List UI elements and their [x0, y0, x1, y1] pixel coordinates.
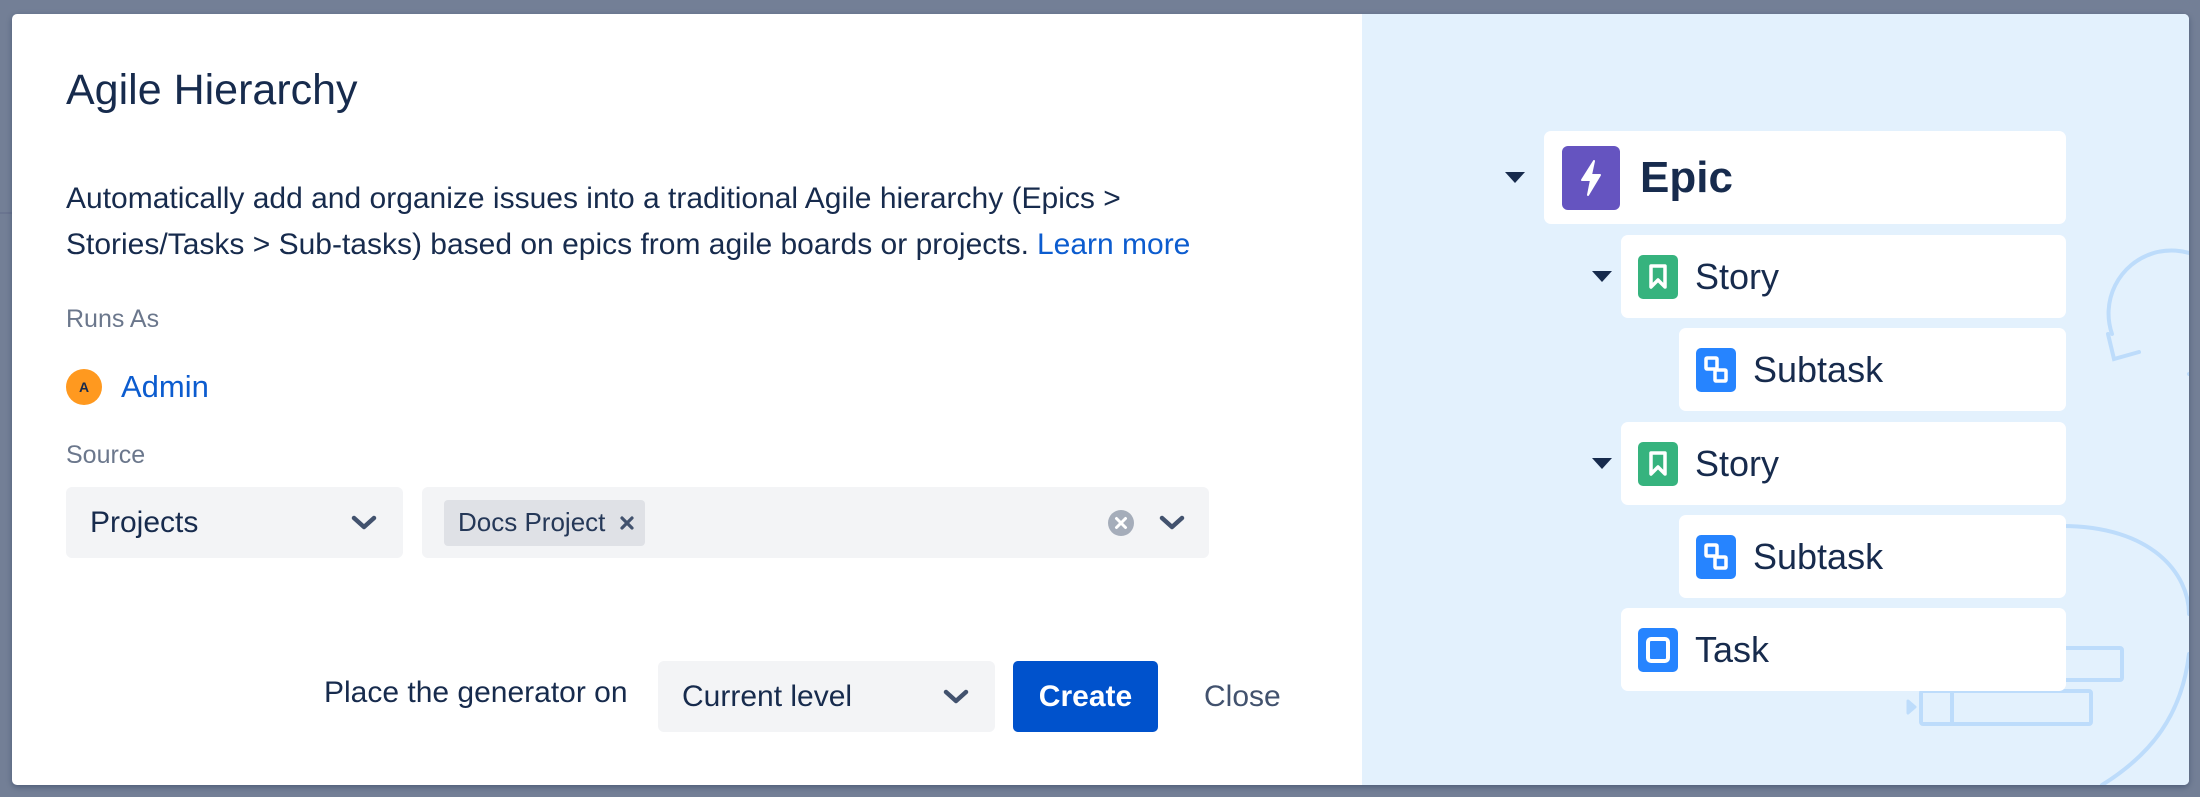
- chevron-down-icon[interactable]: [1159, 515, 1185, 531]
- chevron-down-icon: [351, 515, 377, 530]
- item-label: Story: [1695, 255, 1780, 297]
- epic-lightning-icon: [1562, 145, 1620, 210]
- chevron-down-icon: [943, 689, 969, 704]
- item-label: Subtask: [1753, 535, 1884, 577]
- background-divider: [0, 212, 12, 214]
- hierarchy-item-story: Story: [1621, 422, 2066, 505]
- clear-selection-icon[interactable]: [1107, 509, 1135, 537]
- source-projects-multiselect[interactable]: Docs Project: [422, 487, 1209, 558]
- user-name-link[interactable]: Admin: [121, 369, 209, 405]
- hierarchy-item-story: Story: [1621, 235, 2066, 318]
- learn-more-link[interactable]: Learn more: [1037, 228, 1190, 261]
- subtask-icon: [1696, 347, 1736, 392]
- source-type-select[interactable]: Projects: [66, 487, 403, 558]
- hierarchy-item-epic: Epic: [1544, 131, 2066, 224]
- story-bookmark-icon: [1638, 441, 1678, 486]
- generator-level-value: Current level: [682, 679, 853, 713]
- description-text: Automatically add and organize issues in…: [66, 182, 1121, 261]
- avatar: A: [66, 369, 102, 405]
- expand-caret-icon[interactable]: [1592, 458, 1612, 470]
- item-label: Epic: [1640, 152, 1733, 202]
- hierarchy-illustration-panel: Epic Story Subtask Story Subtask Task: [1362, 14, 2189, 785]
- item-label: Task: [1695, 628, 1770, 670]
- source-label: Source: [66, 441, 146, 469]
- hierarchy-item-subtask: Subtask: [1679, 515, 2066, 598]
- dialog-description: Automatically add and organize issues in…: [66, 176, 1306, 268]
- tag-label: Docs Project: [458, 507, 606, 537]
- item-label: Story: [1695, 442, 1780, 484]
- selected-project-tag: Docs Project: [444, 499, 646, 546]
- place-generator-label: Place the generator on: [324, 676, 628, 709]
- expand-caret-icon[interactable]: [1505, 172, 1525, 184]
- runs-as-user[interactable]: A Admin: [66, 369, 209, 405]
- subtask-icon: [1696, 534, 1736, 579]
- create-button[interactable]: Create: [1013, 661, 1158, 732]
- expand-caret-icon[interactable]: [1592, 271, 1612, 283]
- dialog-form: Agile Hierarchy Automatically add and or…: [12, 14, 1362, 785]
- generator-level-select[interactable]: Current level: [658, 661, 995, 732]
- agile-hierarchy-dialog: Agile Hierarchy Automatically add and or…: [12, 14, 2189, 785]
- item-label: Subtask: [1753, 348, 1884, 390]
- close-button[interactable]: Close: [1190, 661, 1295, 732]
- dialog-title: Agile Hierarchy: [66, 66, 358, 114]
- hierarchy-item-task: Task: [1621, 608, 2066, 691]
- hierarchy-item-subtask: Subtask: [1679, 328, 2066, 411]
- story-bookmark-icon: [1638, 254, 1678, 299]
- source-type-value: Projects: [90, 505, 199, 539]
- close-icon[interactable]: [619, 515, 635, 531]
- runs-as-label: Runs As: [66, 305, 160, 333]
- task-icon: [1638, 627, 1678, 672]
